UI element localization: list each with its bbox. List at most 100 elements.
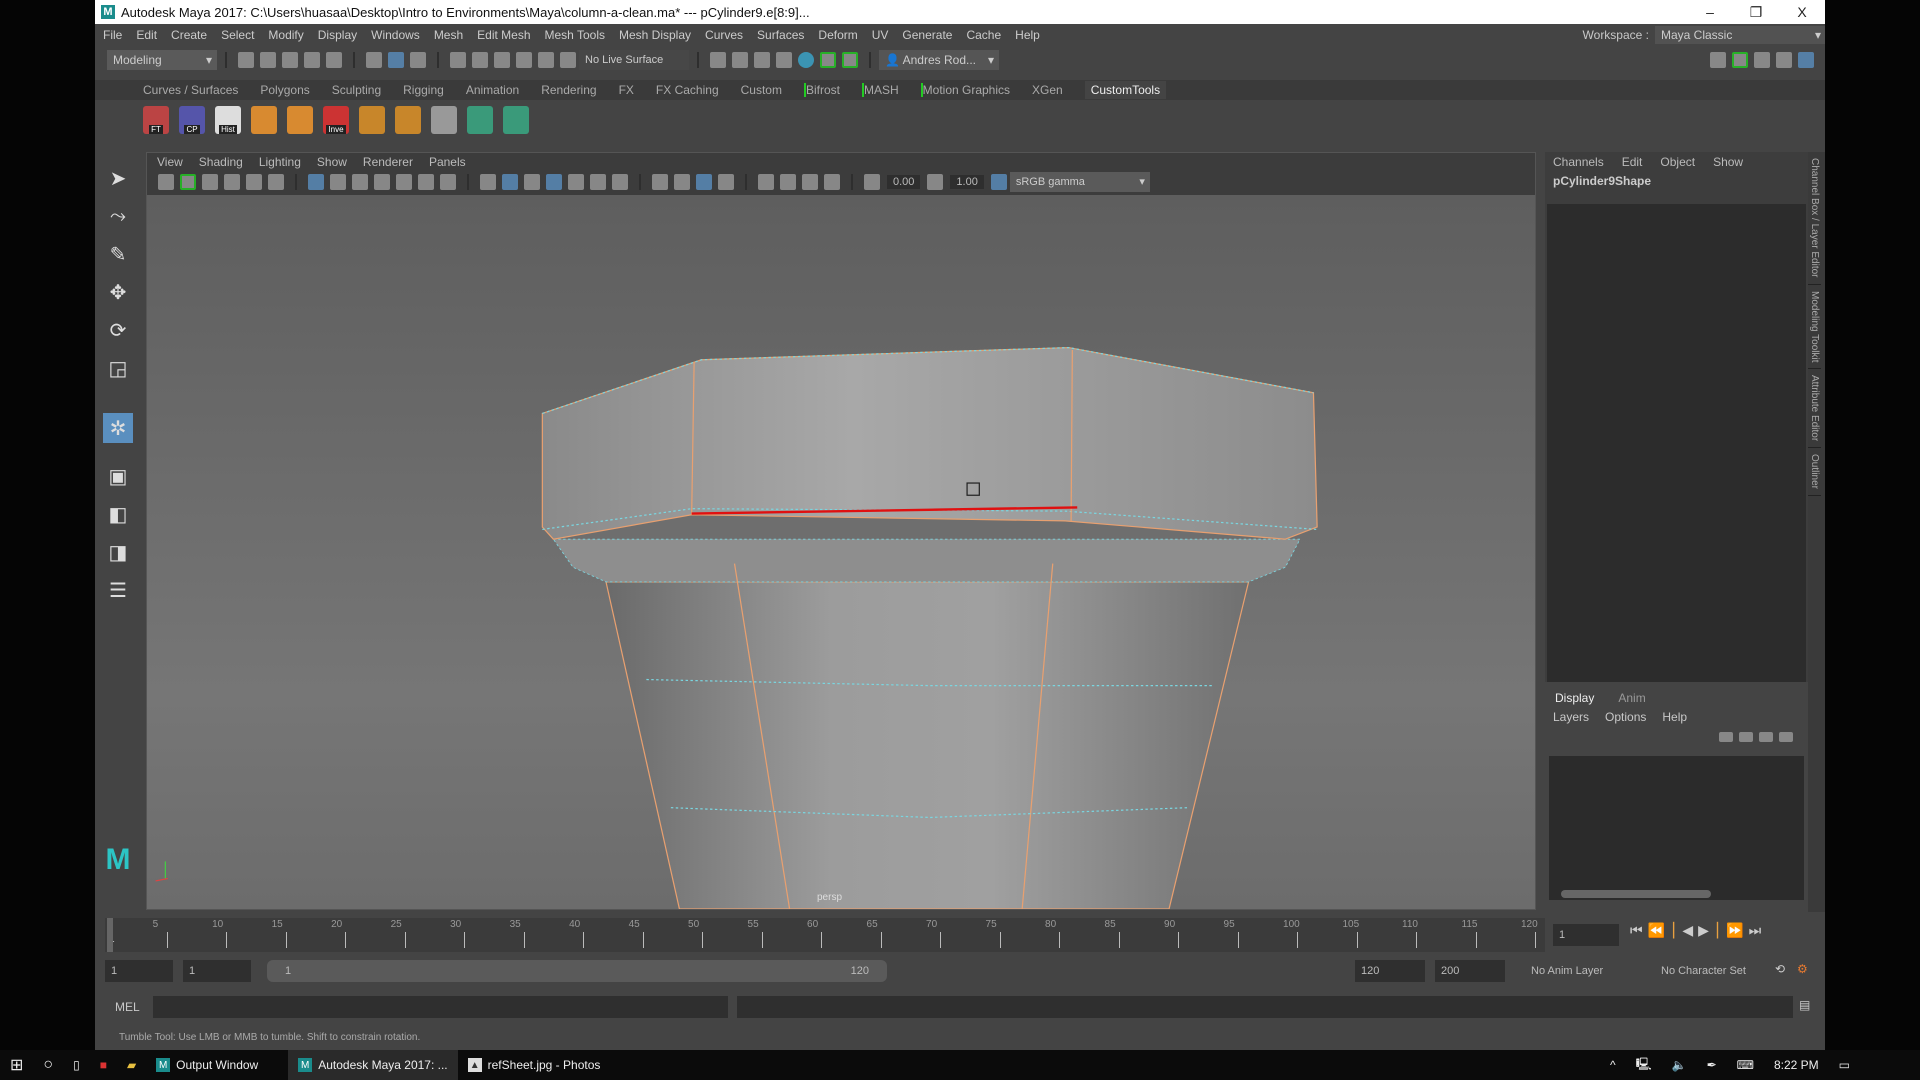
menu-curves[interactable]: Curves [705, 28, 743, 42]
menu-file[interactable]: File [103, 28, 122, 42]
snap-view-icon[interactable] [516, 52, 532, 68]
channel-box-menu-object[interactable]: Object [1660, 155, 1695, 169]
uv-cylinder-icon[interactable] [503, 106, 529, 134]
menu-windows[interactable]: Windows [371, 28, 420, 42]
user-account-button[interactable]: 👤 Andres Rod... ▾ [879, 50, 999, 70]
search-icon[interactable]: ○ [33, 1050, 63, 1080]
menu-mesh-tools[interactable]: Mesh Tools [545, 28, 605, 42]
layer-tab-display[interactable]: Display [1555, 691, 1594, 705]
character-controls-icon[interactable] [1732, 52, 1748, 68]
side-tab-modeling-toolkit[interactable]: Modeling Toolkit [1808, 285, 1821, 370]
menu-uv[interactable]: UV [872, 28, 889, 42]
channel-box-toggle-icon[interactable] [1798, 52, 1814, 68]
ambient-occlusion-icon[interactable] [696, 174, 712, 190]
bookmark-icon[interactable] [202, 174, 218, 190]
shelf-tab-bifrost[interactable]: Bifrost [803, 83, 840, 97]
exposure-field[interactable]: 0.00 [887, 175, 921, 189]
menu-cache[interactable]: Cache [966, 28, 1001, 42]
menu-create[interactable]: Create [171, 28, 207, 42]
menu-deform[interactable]: Deform [818, 28, 857, 42]
mel-label[interactable]: MEL [115, 1000, 140, 1014]
step-back-frame-icon[interactable]: ⎮ [1670, 922, 1682, 938]
side-tab-outliner[interactable]: Outliner [1808, 448, 1821, 497]
xray-icon[interactable] [652, 174, 668, 190]
menu-surfaces[interactable]: Surfaces [757, 28, 804, 42]
modeling-toolkit-toggle-icon[interactable] [1710, 52, 1726, 68]
view-transform-dropdown[interactable]: sRGB gamma ▾ [1009, 172, 1150, 192]
playback-controls[interactable]: ⏮⏪⎮◀▶⎮⏩⏭ [1630, 922, 1766, 939]
minimize-button[interactable]: – [1687, 0, 1733, 24]
keyboard-icon[interactable]: ⌨ [1727, 1050, 1764, 1080]
layer-tab-anim[interactable]: Anim [1618, 691, 1645, 705]
poly-sphere-icon[interactable] [251, 106, 277, 134]
safe-action-icon[interactable] [418, 174, 434, 190]
horizontal-scrollbar[interactable] [1561, 890, 1711, 898]
scale-tool-icon[interactable]: ◲ [103, 353, 133, 383]
shelf-tab-curves-surfaces[interactable]: Curves / Surfaces [143, 83, 238, 97]
shelf-tab-rigging[interactable]: Rigging [403, 83, 444, 97]
viewport-menu-show[interactable]: Show [317, 155, 347, 169]
camera-attributes-icon[interactable] [180, 174, 196, 190]
center-pivot-icon[interactable]: CP [179, 106, 205, 134]
file-explorer-icon[interactable]: ▰ [117, 1050, 146, 1080]
layer-menu-layers[interactable]: Layers [1553, 710, 1589, 724]
layer-menu-options[interactable]: Options [1605, 710, 1646, 724]
shelf-tab-animation[interactable]: Animation [466, 83, 519, 97]
playback-start-field[interactable]: 1 [183, 960, 251, 982]
viewport-menu-view[interactable]: View [157, 155, 183, 169]
network-icon[interactable]: 🖳 [1626, 1050, 1662, 1080]
open-scene-icon[interactable] [260, 52, 276, 68]
new-scene-icon[interactable] [238, 52, 254, 68]
layer-menu-help[interactable]: Help [1662, 710, 1687, 724]
workspace-dropdown[interactable]: Maya Classic ▾ [1655, 26, 1825, 44]
snap-curve-icon[interactable] [472, 52, 488, 68]
wireframe-on-shaded-icon[interactable] [546, 174, 562, 190]
play-forwards-icon[interactable]: ▶ [1698, 922, 1714, 938]
smooth-shade-icon[interactable] [502, 174, 518, 190]
pivot-icon[interactable] [431, 106, 457, 134]
snap-grid-icon[interactable] [450, 52, 466, 68]
bevel-icon[interactable] [395, 106, 421, 134]
safe-title-icon[interactable] [440, 174, 456, 190]
workspace-selector[interactable]: Workspace : Maya Classic ▾ [1583, 26, 1825, 44]
current-frame-field[interactable]: 1 [1553, 924, 1619, 946]
ipr-render-icon[interactable] [754, 52, 770, 68]
time-slider[interactable]: 1510152025303540455055606570758085909510… [105, 918, 1545, 952]
notifications-icon[interactable]: ▭ [1829, 1050, 1860, 1080]
hud-icon[interactable] [824, 174, 840, 190]
menu-mesh[interactable]: Mesh [434, 28, 463, 42]
go-to-end-icon[interactable]: ⏭ [1749, 922, 1767, 938]
select-component-icon[interactable] [410, 52, 426, 68]
shelf-tab-mash[interactable]: MASH [861, 83, 899, 97]
gamma-icon[interactable] [927, 174, 944, 190]
shelf-tab-fx-caching[interactable]: FX Caching [656, 83, 719, 97]
isolate-select-icon[interactable] [758, 174, 774, 190]
move-layer-down-icon[interactable] [1739, 732, 1753, 742]
render-frame-icon[interactable] [710, 52, 726, 68]
shelf-tab-polygons[interactable]: Polygons [260, 83, 309, 97]
viewport-menu-lighting[interactable]: Lighting [259, 155, 301, 169]
gate-mask-icon[interactable] [374, 174, 390, 190]
multisample-icon[interactable] [780, 174, 796, 190]
2d-pan-zoom-icon[interactable] [246, 174, 262, 190]
shelf-tab-custom[interactable]: Custom [741, 83, 782, 97]
wireframe-icon[interactable] [480, 174, 496, 190]
delete-history-icon[interactable]: Hist [215, 106, 241, 134]
selected-object-name[interactable]: pCylinder9Shape [1545, 172, 1808, 194]
shelf-tab-fx[interactable]: FX [619, 83, 634, 97]
render-settings-icon[interactable] [776, 52, 792, 68]
taskbar-item[interactable]: M Output Window [146, 1050, 268, 1080]
shelf-tab-motion-graphics[interactable]: Motion Graphics [920, 83, 1010, 97]
side-tab-channel-box-layer-editor[interactable]: Channel Box / Layer Editor [1808, 152, 1821, 285]
channel-box-menu-show[interactable]: Show [1713, 155, 1743, 169]
single-perspective-layout-icon[interactable]: ▣ [103, 461, 133, 491]
rotate-tool-icon[interactable]: ⟳ [103, 315, 133, 345]
uv-cube-icon[interactable] [467, 106, 493, 134]
end-time-field[interactable]: 200 [1435, 960, 1505, 982]
redo-icon[interactable] [326, 52, 342, 68]
save-scene-icon[interactable] [282, 52, 298, 68]
menu-edit[interactable]: Edit [136, 28, 157, 42]
select-object-icon[interactable] [388, 52, 404, 68]
start-icon[interactable]: ⊞ [0, 1050, 33, 1080]
last-tool-icon[interactable]: ✲ [103, 413, 133, 443]
